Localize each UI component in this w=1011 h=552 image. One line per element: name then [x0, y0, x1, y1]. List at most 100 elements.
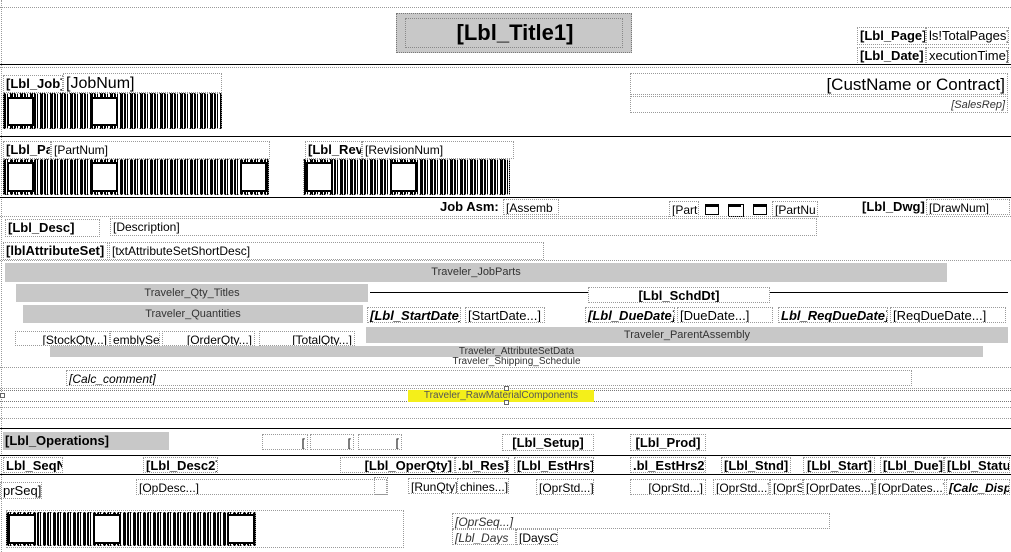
band-parent-assembly[interactable]: Traveler_ParentAssembly: [366, 327, 1008, 343]
resize-handle[interactable]: [504, 400, 509, 405]
band-guide: [0, 67, 1011, 68]
lbl-attribute-set[interactable]: [lblAttributeSet]: [3, 242, 108, 260]
header-oper-qty[interactable]: [Lbl_OperQty]: [340, 457, 455, 473]
part-short-field[interactable]: [Part: [669, 201, 699, 217]
opr-s-field[interactable]: [OprS: [770, 479, 803, 495]
lbl-schd-dt[interactable]: [Lbl_SchdDt]: [588, 287, 770, 303]
header-est-hrs2[interactable]: .bl_EstHrs2]: [630, 457, 706, 473]
header-resource[interactable]: .bl_Res]: [455, 457, 509, 473]
page-left-edge: [1, 0, 2, 552]
checkbox-icon[interactable]: [705, 204, 719, 215]
barcode-guard-box: [240, 162, 267, 192]
lbl-job[interactable]: [Lbl_Job]: [3, 75, 63, 93]
band-guide: [0, 216, 1011, 217]
lbl-prod[interactable]: [Lbl_Prod]: [630, 434, 706, 451]
job-num-field[interactable]: [JobNum]: [63, 73, 222, 93]
header-desc2[interactable]: [Lbl_Desc2]: [143, 457, 218, 473]
lbl-operations[interactable]: [Lbl_Operations]: [3, 432, 169, 450]
header-seq-no[interactable]: Lbl_SeqNo]: [3, 457, 63, 473]
opr-std-field-3[interactable]: [OprStd...]: [713, 479, 770, 495]
opr-seq-field[interactable]: prSeq]: [0, 482, 42, 499]
resize-handle[interactable]: [0, 393, 5, 398]
band-job-parts[interactable]: Traveler_JobParts: [5, 263, 947, 282]
band-guide: [0, 260, 1011, 261]
header-start[interactable]: [Lbl_Start]: [803, 457, 875, 473]
sales-rep-field[interactable]: [SalesRep]: [630, 96, 1008, 113]
header-est-hrs[interactable]: [Lbl_EstHrs]: [514, 457, 594, 473]
band-separator: [0, 64, 1011, 65]
band-raw-material-components[interactable]: Traveler_RawMaterialComponents: [408, 390, 594, 402]
part-num-field[interactable]: [PartNum]: [51, 141, 270, 159]
schedule-rule-left: [370, 292, 588, 293]
band-guide: [0, 407, 1011, 408]
lbl-setup[interactable]: [Lbl_Setup]: [502, 434, 594, 451]
due-date-field[interactable]: [DueDate...]: [677, 307, 773, 323]
draw-num-field[interactable]: [DrawNum]: [926, 199, 1010, 215]
cust-name-field[interactable]: [CustName or Contract]: [630, 73, 1008, 95]
lbl-req-due-date[interactable]: Lbl_ReqDueDate]: [778, 307, 888, 323]
assembly-seq-field[interactable]: emblySe: [110, 331, 160, 346]
barcode-guard-box: [91, 97, 118, 126]
lbl-date[interactable]: [Lbl_Date]: [857, 47, 926, 65]
days-o-field[interactable]: [DaysO: [516, 529, 558, 545]
opr-seq2-field[interactable]: [OprSeq...]: [452, 513, 830, 529]
opr-dates-field-2[interactable]: [OprDates...]: [875, 479, 945, 495]
op-desc-overflow[interactable]: [374, 477, 388, 495]
report-title: [Lbl_Title1]: [456, 20, 574, 45]
run-qty-field[interactable]: [RunQty]: [408, 478, 458, 494]
bracket-field[interactable]: [: [310, 434, 354, 450]
machines-field[interactable]: chines...]: [457, 478, 509, 494]
checkbox-icon[interactable]: [753, 204, 767, 215]
total-pages-field[interactable]: ls!TotalPages]: [926, 27, 1009, 45]
band-shipping-schedule[interactable]: Traveler_Shipping_Schedule: [50, 357, 983, 367]
calc-disp-field[interactable]: [Calc_Disp: [946, 479, 1010, 495]
opr-std-field-2[interactable]: [OprStd...]: [630, 479, 706, 495]
lbl-part[interactable]: [Lbl_Pa: [3, 141, 51, 159]
assembly-field[interactable]: [Assemb: [503, 199, 559, 215]
band-qty-titles[interactable]: Traveler_Qty_Titles: [16, 284, 368, 302]
title-box[interactable]: [Lbl_Title1]: [396, 13, 632, 53]
job-asm-label: Job Asm:: [440, 199, 499, 214]
lbl-desc[interactable]: [Lbl_Desc]: [5, 219, 100, 237]
header-due[interactable]: [Lbl_Due]: [880, 457, 944, 473]
description-field[interactable]: [Description]: [110, 218, 817, 236]
attribute-set-desc-field[interactable]: [txtAttributeSetShortDesc]: [109, 242, 544, 260]
bracket-field[interactable]: [: [358, 434, 402, 450]
part-barcode[interactable]: [3, 159, 269, 195]
stock-qty-field[interactable]: [StockQty...]: [15, 331, 110, 346]
total-qty-field[interactable]: [TotalQty...]: [259, 331, 355, 346]
header-stnd[interactable]: [Lbl_Stnd]: [721, 457, 791, 473]
op-desc-field[interactable]: [OpDesc...]: [136, 479, 387, 495]
execution-time-field[interactable]: xecutionTime]: [926, 47, 1009, 65]
barcode-container[interactable]: [6, 510, 404, 548]
order-qty-field[interactable]: [OrderQty...]: [162, 331, 255, 346]
revision-num-field[interactable]: [RevisionNum]: [362, 141, 514, 159]
barcode-guard-box: [7, 162, 34, 192]
lbl-dwg[interactable]: [Lbl_Dwg]: [860, 199, 926, 215]
band-guide: [0, 367, 1011, 368]
opr-std-field-1[interactable]: [OprStd...]: [536, 479, 594, 495]
header-row-bottom-rule: [0, 474, 1011, 475]
lbl-due-date[interactable]: [Lbl_DueDate]: [585, 307, 675, 323]
part-num2-field[interactable]: [PartNu: [772, 201, 818, 217]
band-separator: [0, 197, 1011, 198]
start-date-field[interactable]: [StartDate...]: [465, 307, 545, 323]
lbl-start-date[interactable]: [Lbl_StartDate]: [367, 307, 461, 323]
header-guide-line: [0, 7, 1011, 8]
bracket-field[interactable]: [: [262, 434, 308, 450]
barcode-guard-box: [390, 162, 417, 192]
calc-comment-field[interactable]: [Calc_comment]: [66, 370, 912, 386]
lbl-days[interactable]: [Lbl_Days: [452, 529, 516, 545]
req-due-date-field[interactable]: [ReqDueDate...]: [890, 307, 1006, 323]
band-attribute-set-data[interactable]: Traveler_AttributeSetData: [50, 346, 983, 357]
band-guide: [0, 418, 1011, 419]
resize-handle[interactable]: [504, 386, 509, 391]
lbl-rev[interactable]: [Lbl_Rev: [305, 141, 362, 159]
band-quantities[interactable]: Traveler_Quantities: [23, 305, 363, 323]
opr-dates-field-1[interactable]: [OprDates...]: [803, 479, 875, 495]
lbl-page[interactable]: [Lbl_Page]: [857, 27, 926, 45]
barcode-guard-box: [306, 162, 333, 192]
schedule-rule-right: [770, 292, 1008, 293]
header-status[interactable]: [Lbl_Statu: [944, 457, 1010, 473]
header-row-top-rule: [0, 455, 1011, 456]
